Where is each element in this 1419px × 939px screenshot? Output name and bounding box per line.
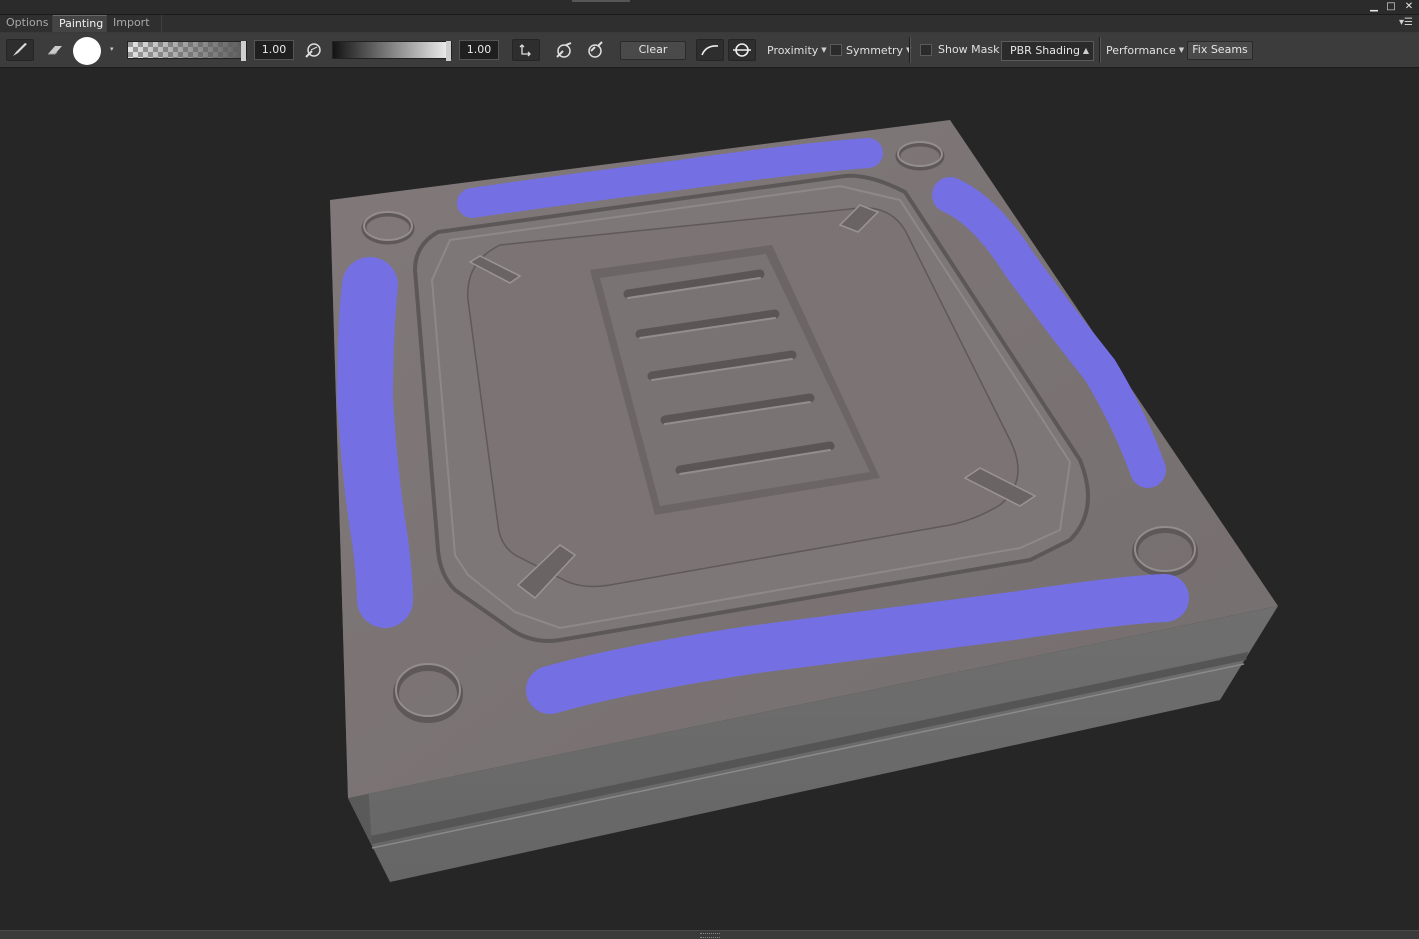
painting-toolbar: ▾ 1.00 1.00 Clear Proximity▼ Symmetry▼ S… <box>0 33 1419 68</box>
curve-icon <box>701 45 719 56</box>
3d-viewport[interactable] <box>0 68 1419 931</box>
toolbar-divider <box>909 37 911 63</box>
symmetry-checkbox[interactable] <box>830 44 842 56</box>
chevron-down-icon: ▼ <box>1178 46 1185 54</box>
ring-icon <box>733 43 751 57</box>
brush-tool-button[interactable] <box>6 39 34 61</box>
target-icon <box>588 41 603 58</box>
pick-button[interactable] <box>552 39 576 61</box>
opacity-slider-handle[interactable] <box>241 41 246 61</box>
brush-tip-preview[interactable] <box>73 37 101 65</box>
shading-select[interactable]: PBR Shading ▲ <box>1001 41 1094 61</box>
eraser-tool-button[interactable] <box>43 39 67 61</box>
dropper-icon <box>305 43 321 58</box>
ring-mode-button[interactable] <box>728 39 756 61</box>
eraser-icon <box>48 46 62 55</box>
toolbar-divider <box>1099 37 1101 63</box>
opacity-picker-button[interactable] <box>301 39 325 61</box>
close-icon[interactable]: ✕ <box>1401 0 1417 14</box>
swap-icon <box>519 44 531 57</box>
drag-grip[interactable] <box>572 0 630 2</box>
symmetry-label: Symmetry <box>846 44 904 57</box>
brush-tip-dropdown-icon[interactable]: ▾ <box>110 45 118 53</box>
chevron-down-icon: ▼ <box>821 46 827 54</box>
shading-selected-value: PBR Shading <box>1010 44 1081 57</box>
target-button[interactable] <box>583 39 607 61</box>
performance-dropdown[interactable]: Performance ▼ <box>1106 33 1184 67</box>
show-mask-label: Show Mask <box>938 43 1000 56</box>
minimize-icon[interactable]: ▁ <box>1366 0 1382 14</box>
tab-options[interactable]: Options <box>0 15 53 32</box>
show-mask-checkbox[interactable] <box>920 44 932 56</box>
opacity-value[interactable]: 1.00 <box>254 40 294 60</box>
mesh-render <box>330 120 1278 882</box>
brush-icon <box>13 43 27 56</box>
tab-bar: Options Painting Import ▾☰ <box>0 15 1419 33</box>
resize-handle[interactable] <box>700 933 720 938</box>
clear-button[interactable]: Clear <box>620 41 686 60</box>
panel-menu-icon[interactable]: ▾☰ <box>1399 17 1413 28</box>
pick-icon <box>556 42 572 58</box>
status-bar <box>0 930 1419 939</box>
strength-slider-handle[interactable] <box>446 41 451 61</box>
falloff-curve-button[interactable] <box>696 39 724 61</box>
maximize-icon[interactable]: □ <box>1383 0 1399 14</box>
symmetry-dropdown[interactable]: Symmetry▼ <box>846 33 911 67</box>
strength-slider[interactable] <box>332 41 452 61</box>
proximity-label: Proximity <box>767 44 819 57</box>
fix-seams-button[interactable]: Fix Seams <box>1187 41 1253 60</box>
spinner-arrows-icon: ▲ <box>1082 46 1089 55</box>
opacity-slider[interactable] <box>127 41 247 61</box>
title-bar: ▁ □ ✕ <box>0 0 1419 15</box>
tab-painting[interactable]: Painting <box>53 15 107 32</box>
strength-value[interactable]: 1.00 <box>459 40 499 60</box>
proximity-dropdown[interactable]: Proximity ▼ <box>767 33 827 67</box>
tab-import[interactable]: Import <box>107 15 162 32</box>
swap-button[interactable] <box>512 39 540 61</box>
performance-label: Performance <box>1106 44 1176 57</box>
